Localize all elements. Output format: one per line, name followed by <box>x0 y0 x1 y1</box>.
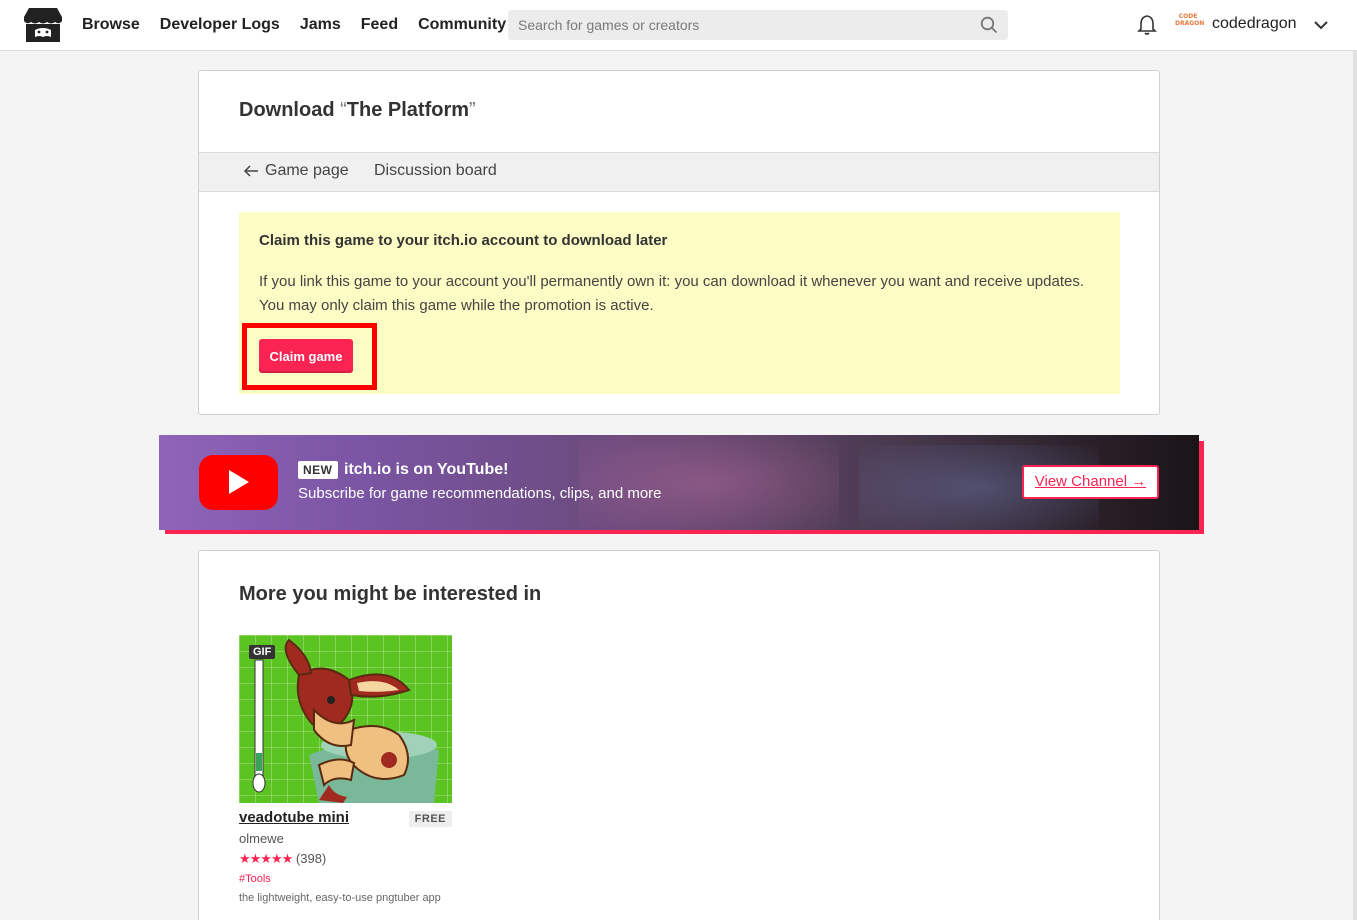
game-rating: ★★★★★ (398) <box>239 851 452 867</box>
recommendations-title: More you might be interested in <box>239 583 542 605</box>
star-rating-icon: ★★★★★ <box>239 851 293 866</box>
rating-count: (398) <box>295 851 327 866</box>
title-open-quote: “ <box>340 99 347 121</box>
page-title: Download “The Platform” <box>239 99 476 122</box>
youtube-banner[interactable]: NEW itch.io is on YouTube! Subscribe for… <box>159 435 1199 530</box>
claim-heading: Claim this game to your itch.io account … <box>259 232 668 249</box>
game-description: the lightweight, easy-to-use pngtuber ap… <box>239 892 441 904</box>
banner-title: itch.io is on YouTube! <box>344 461 509 478</box>
chevron-down-icon[interactable] <box>1313 17 1329 33</box>
gif-badge: GIF <box>249 645 276 659</box>
search-icon[interactable] <box>980 16 998 34</box>
top-header: Browse Developer Logs Jams Feed Communit… <box>0 0 1357 51</box>
username[interactable]: codedragon <box>1212 15 1297 33</box>
tab-discussion-board[interactable]: Discussion board <box>374 162 497 180</box>
claim-description: If you link this game to your account yo… <box>259 273 1084 314</box>
game-title-row: veadotube mini FREE <box>239 809 452 831</box>
recommendations-card: More you might be interested in GIF vead… <box>198 550 1160 920</box>
view-channel-button[interactable]: View Channel → <box>1022 465 1159 499</box>
game-tag-link[interactable]: #Tools <box>239 873 452 885</box>
nav-developer-logs[interactable]: Developer Logs <box>160 16 280 34</box>
avatar[interactable]: CODE DRAGON <box>1175 13 1204 35</box>
banner-background-blur <box>579 435 839 530</box>
claim-game-button[interactable]: Claim game <box>259 339 353 373</box>
nav-browse[interactable]: Browse <box>82 16 140 34</box>
main-nav: Browse Developer Logs Jams Feed Communit… <box>82 0 526 50</box>
game-cell[interactable]: GIF veadotube mini FREE olmewe ★★★★★ (39… <box>239 635 452 905</box>
arrow-left-icon <box>243 165 258 177</box>
nav-jams[interactable]: Jams <box>300 16 341 34</box>
claim-notice: Claim this game to your itch.io account … <box>239 212 1120 394</box>
nav-community[interactable]: Community <box>418 16 506 34</box>
search-bar <box>508 10 1008 40</box>
price-badge: FREE <box>408 811 452 827</box>
title-prefix: Download <box>239 99 335 121</box>
page-tabs: Game page Discussion board <box>199 152 1159 192</box>
tab-game-page-label: Game page <box>265 162 349 179</box>
download-card: Download “The Platform” Game page Discus… <box>198 70 1160 415</box>
game-name-link[interactable]: veadotube mini <box>239 809 349 826</box>
game-thumbnail[interactable]: GIF <box>239 635 452 803</box>
youtube-logo-icon <box>199 455 278 510</box>
tab-game-page[interactable]: Game page <box>243 162 349 180</box>
banner-subtitle: Subscribe for game recommendations, clip… <box>298 485 662 502</box>
game-author-link[interactable]: olmewe <box>239 831 452 846</box>
title-close-quote: ” <box>469 99 476 121</box>
game-title: The Platform <box>346 99 470 121</box>
scrollbar[interactable] <box>1353 51 1357 920</box>
search-input[interactable] <box>508 10 968 40</box>
itchio-logo-icon[interactable] <box>23 6 63 44</box>
notification-bell-icon[interactable] <box>1137 14 1157 36</box>
nav-feed[interactable]: Feed <box>361 16 398 34</box>
deer-illustration <box>252 638 439 803</box>
new-badge: NEW <box>298 461 338 479</box>
